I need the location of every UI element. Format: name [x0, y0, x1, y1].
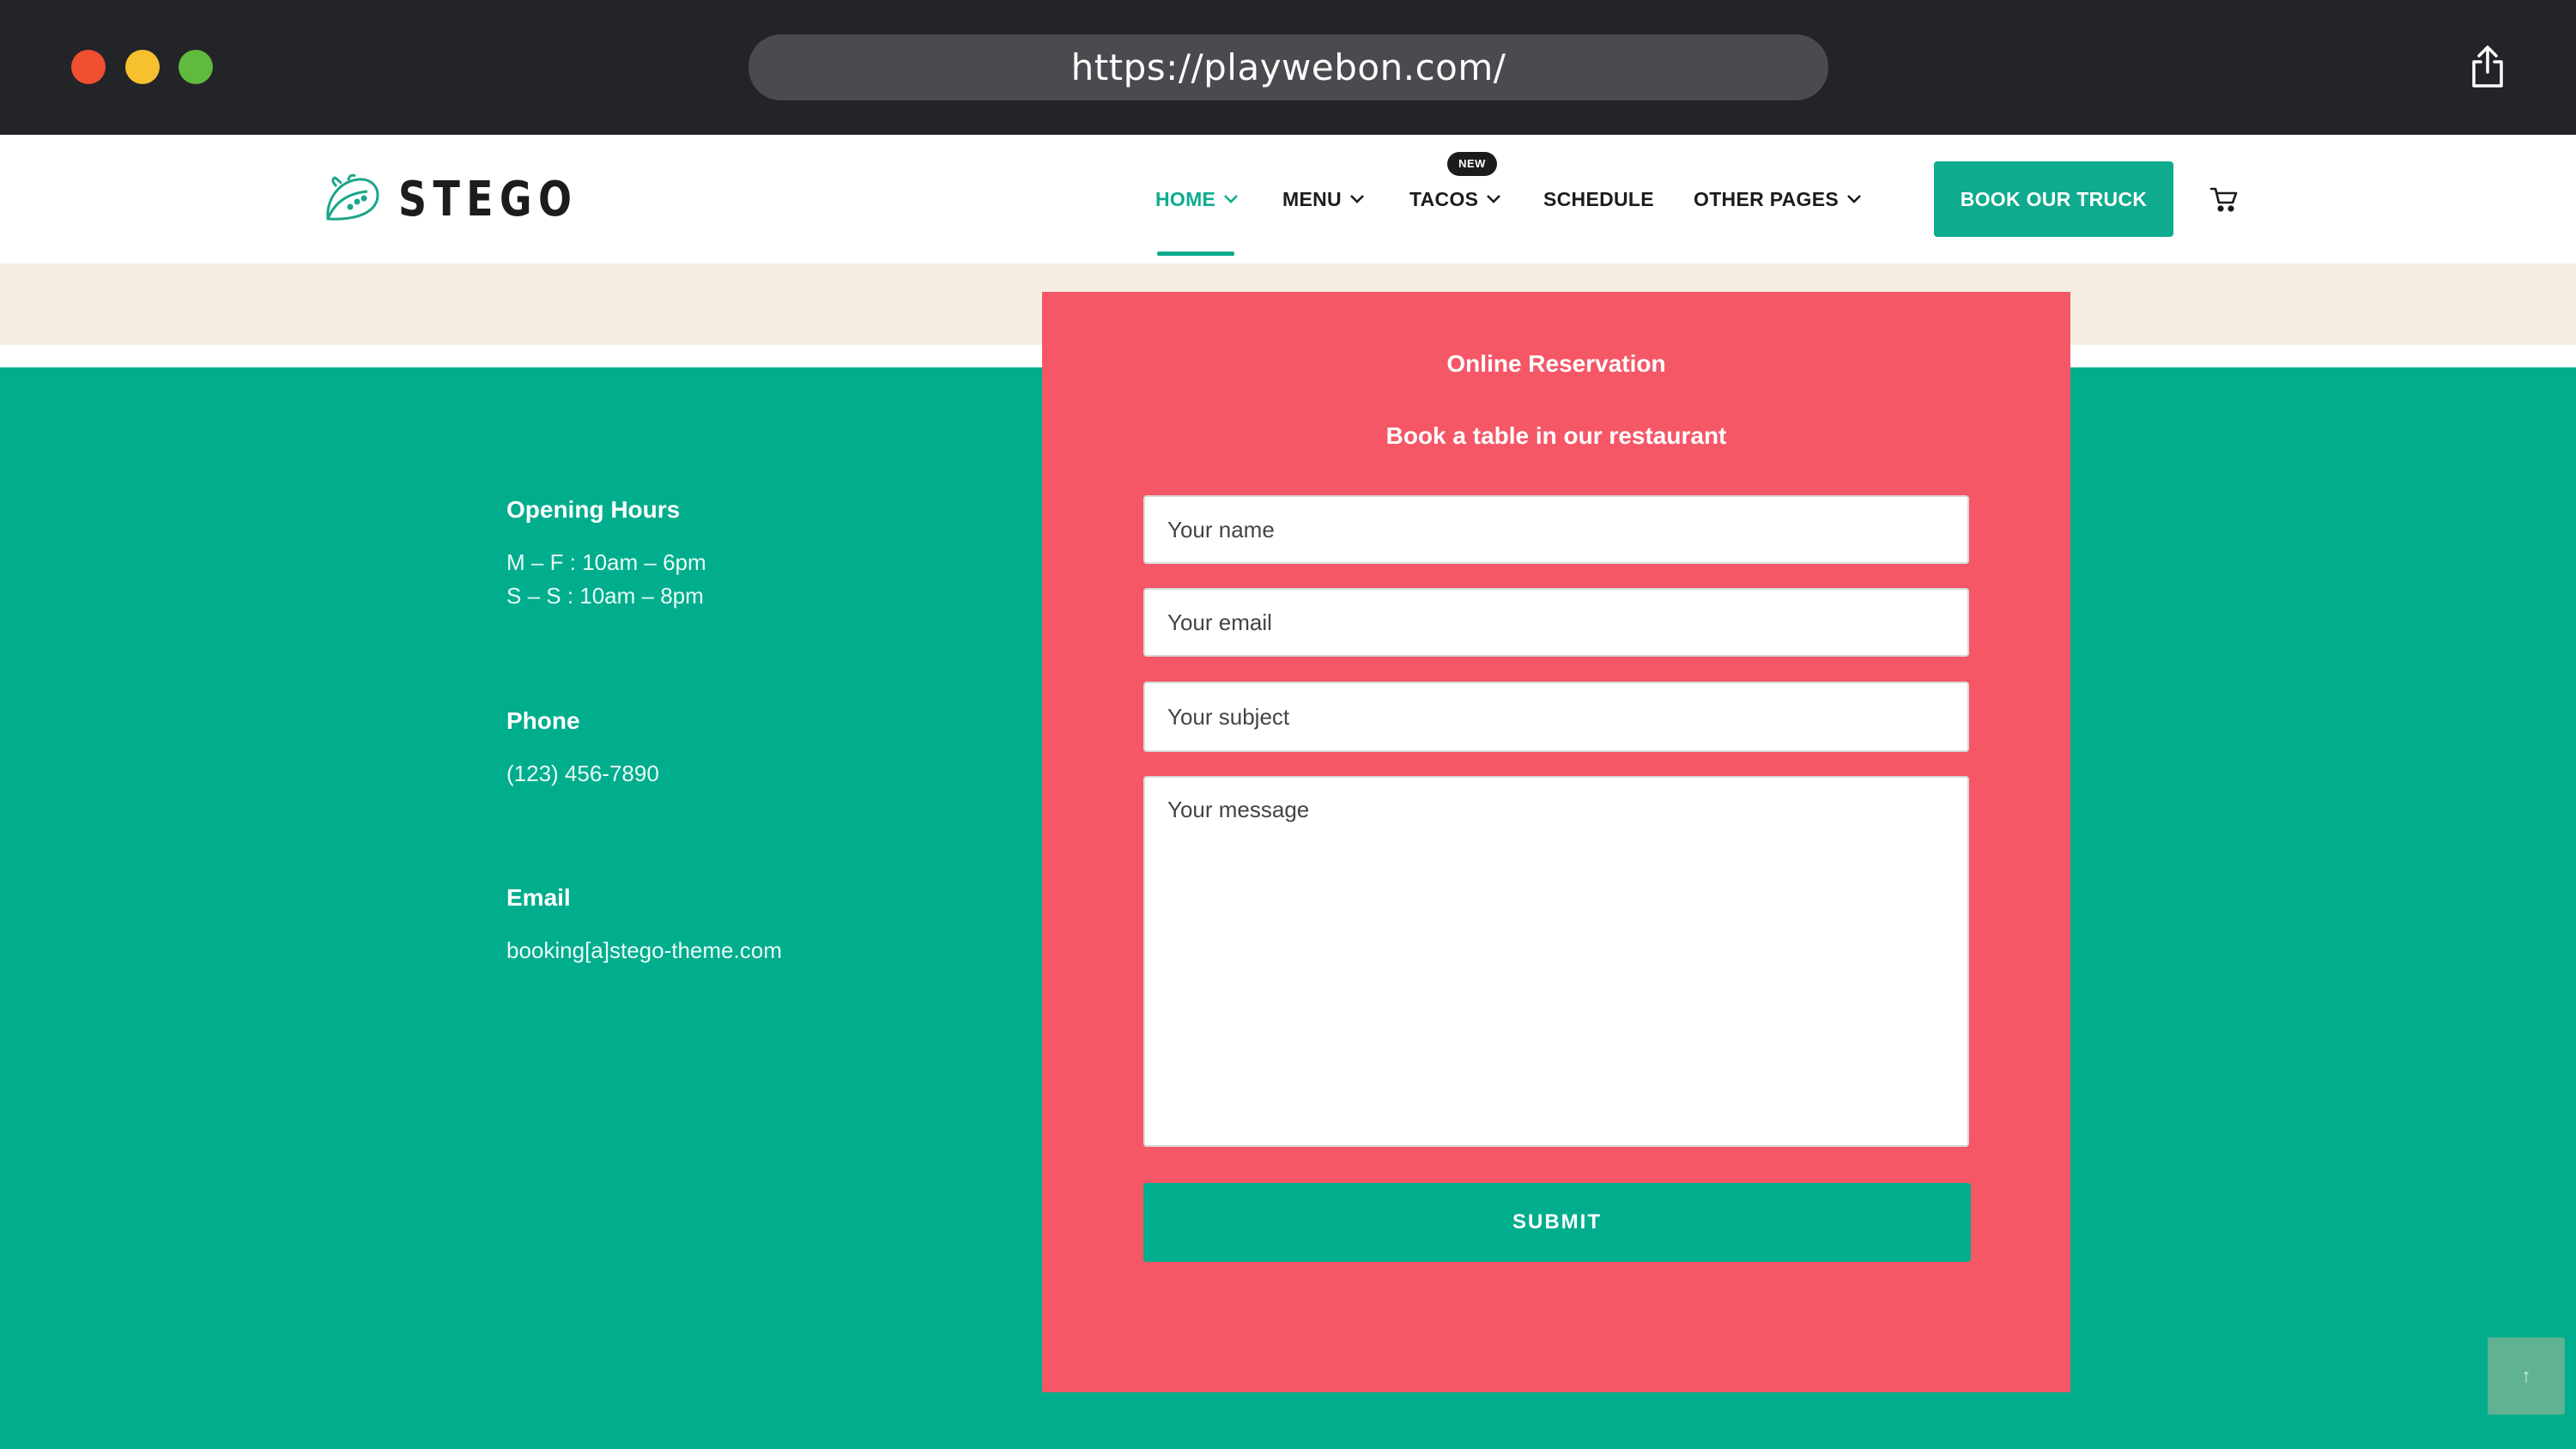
- maximize-window-button[interactable]: [179, 50, 213, 84]
- reservation-card: Online Reservation Book a table in our r…: [1042, 292, 2070, 1392]
- chevron-down-icon: [1350, 195, 1364, 203]
- submit-button[interactable]: SUBMIT: [1143, 1183, 1971, 1262]
- nav-item-home[interactable]: HOME: [1155, 135, 1239, 264]
- opening-hours-block: Opening Hours M – F : 10am – 6pm S – S :…: [506, 496, 706, 613]
- email-input[interactable]: [1143, 588, 1969, 657]
- chevron-down-icon: [1224, 195, 1239, 203]
- phone-heading: Phone: [506, 707, 580, 734]
- subject-input[interactable]: [1143, 682, 1969, 752]
- minimize-window-button[interactable]: [125, 50, 160, 84]
- address-bar[interactable]: https://playwebon.com/: [749, 34, 1828, 100]
- close-window-button[interactable]: [71, 50, 106, 84]
- nav-item-other-pages[interactable]: OTHER PAGES: [1694, 135, 1862, 264]
- book-our-truck-button[interactable]: BOOK OUR TRUCK: [1934, 161, 2173, 237]
- site-logo[interactable]: STEGO: [323, 171, 617, 227]
- opening-hours-heading: Opening Hours: [506, 496, 681, 523]
- name-input[interactable]: [1143, 495, 1969, 564]
- active-nav-indicator: [1157, 252, 1234, 256]
- email-heading: Email: [506, 884, 571, 911]
- scroll-to-top-button[interactable]: ↑: [2488, 1337, 2565, 1415]
- opening-hours-weekdays: M – F : 10am – 6pm: [506, 549, 706, 575]
- site-header: STEGO HOME MENU TACOS SCHEDULE OTHER PAG…: [0, 135, 2576, 264]
- arrow-up-icon: ↑: [2521, 1365, 2531, 1386]
- taco-icon: [326, 173, 379, 221]
- cart-icon[interactable]: [2209, 186, 2239, 212]
- email-block: Email booking[a]stego-theme.com: [506, 884, 782, 967]
- logo-wordmark: STEGO: [398, 171, 579, 227]
- message-textarea[interactable]: [1143, 776, 1969, 1147]
- nav-item-schedule[interactable]: SCHEDULE: [1543, 135, 1654, 264]
- chevron-down-icon: [1487, 195, 1501, 203]
- chevron-down-icon: [1847, 195, 1861, 203]
- browser-chrome: https://playwebon.com/: [0, 0, 2576, 135]
- share-icon[interactable]: [2469, 45, 2506, 89]
- phone-block: Phone (123) 456-7890: [506, 707, 659, 791]
- reservation-subtitle: Book a table in our restaurant: [1385, 422, 1727, 449]
- email-value: booking[a]stego-theme.com: [506, 937, 782, 963]
- nav-item-menu[interactable]: MENU: [1282, 135, 1365, 264]
- opening-hours-weekend: S – S : 10am – 8pm: [506, 583, 704, 609]
- new-badge: NEW: [1447, 152, 1497, 176]
- reservation-title: Online Reservation: [1446, 350, 1666, 377]
- phone-value: (123) 456-7890: [506, 761, 659, 786]
